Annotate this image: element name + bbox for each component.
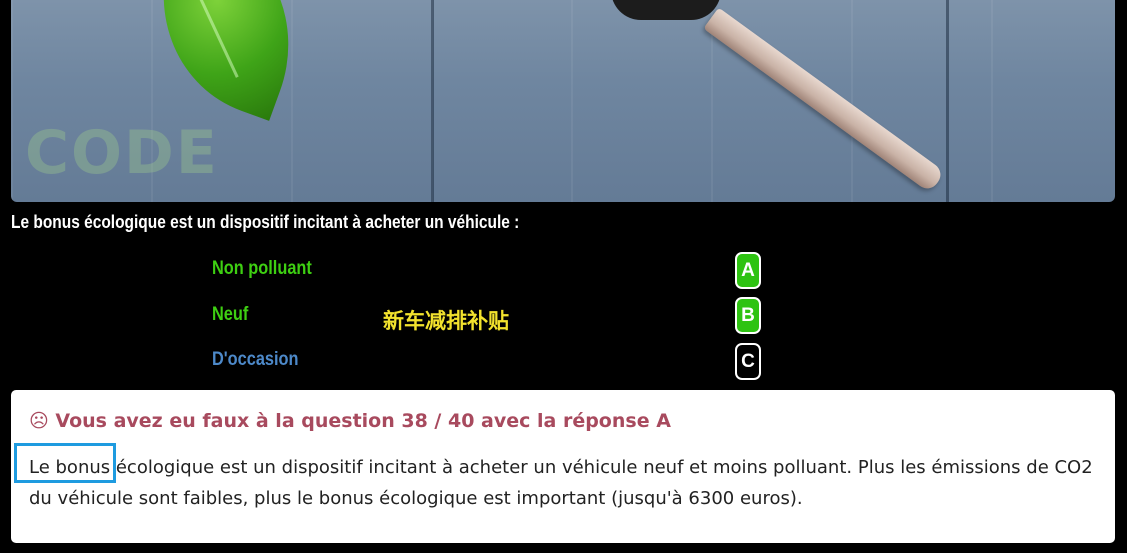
question-text: Le bonus écologique est un dispositif in… bbox=[11, 212, 520, 232]
answer-label-c[interactable]: D'occasion bbox=[212, 349, 299, 371]
result-heading: ☹ Vous avez eu faux à la question 38 / 4… bbox=[29, 410, 671, 432]
watermark-logo: CODE bbox=[25, 118, 219, 188]
wood-plank-line bbox=[431, 0, 434, 202]
hero-image: CODE bbox=[11, 0, 1115, 202]
answer-label-b[interactable]: Neuf bbox=[212, 304, 248, 326]
answer-label-a[interactable]: Non polluant bbox=[212, 258, 312, 280]
answer-button-b[interactable]: B bbox=[735, 297, 761, 334]
wood-plank-line bbox=[946, 0, 949, 202]
car-key-fob bbox=[611, 0, 721, 20]
car-key-blade bbox=[703, 7, 946, 194]
leaf-image bbox=[128, 0, 324, 121]
answer-button-c[interactable]: C bbox=[735, 343, 761, 380]
explanation-text: Le bonus écologique est un dispositif in… bbox=[29, 457, 1093, 509]
result-panel: ☹ Vous avez eu faux à la question 38 / 4… bbox=[11, 390, 1115, 543]
answer-button-a[interactable]: A bbox=[735, 252, 761, 289]
translation-overlay: 新车减排补贴 bbox=[383, 309, 509, 333]
